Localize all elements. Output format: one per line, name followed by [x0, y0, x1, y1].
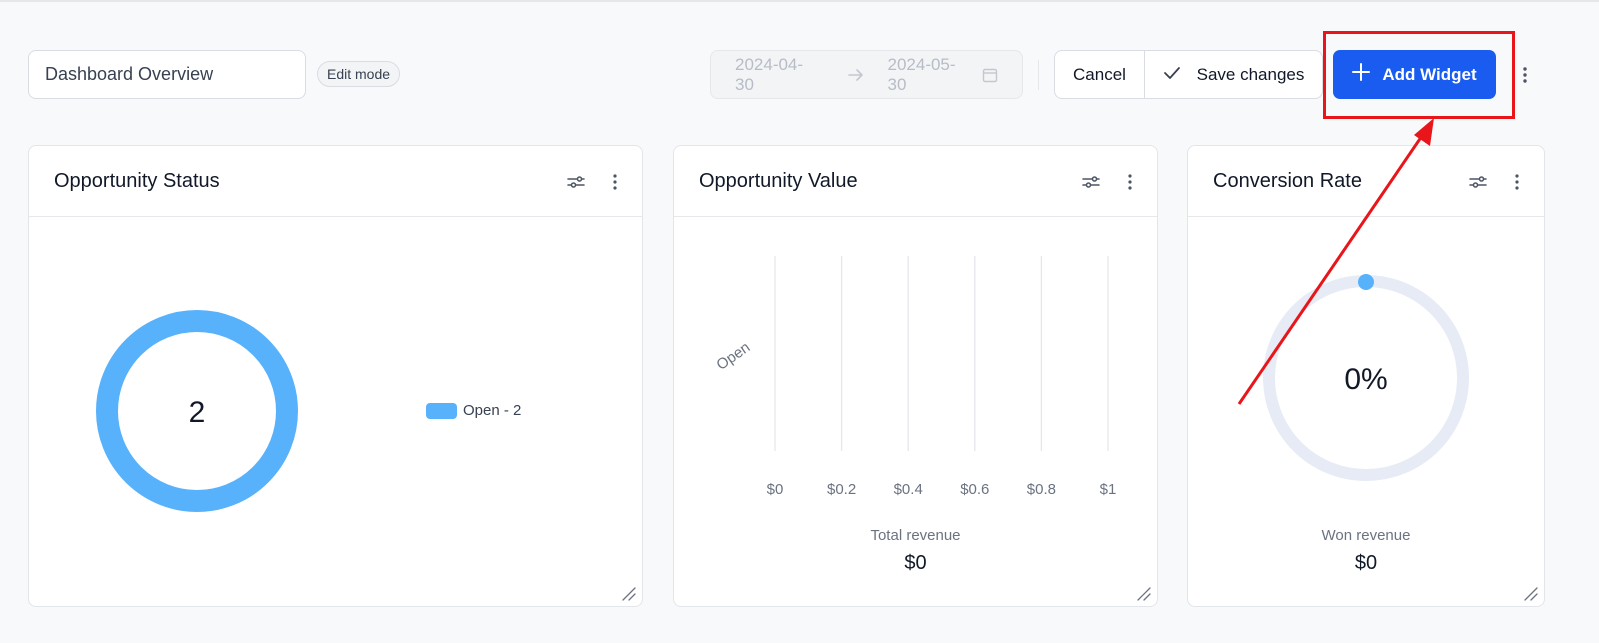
calendar-icon — [982, 67, 998, 83]
widget-title: Opportunity Status — [54, 170, 220, 192]
cancel-button[interactable]: Cancel — [1055, 51, 1145, 98]
x-tick-label: $0.2 — [827, 481, 856, 498]
x-tick-label: $0.8 — [1027, 481, 1056, 498]
settings-sliders-icon[interactable] — [1081, 172, 1101, 192]
won-revenue-label: Won revenue — [1321, 527, 1411, 544]
arrow-right-icon — [847, 68, 864, 82]
more-vertical-icon[interactable] — [1516, 62, 1534, 88]
annotation-arrow — [1237, 118, 1434, 405]
annotation-highlight-box — [1323, 31, 1515, 119]
settings-sliders-icon[interactable] — [566, 172, 586, 192]
legend-swatch-open — [426, 402, 457, 419]
date-to: 2024-05-30 — [887, 54, 956, 94]
settings-sliders-icon[interactable] — [1468, 172, 1488, 192]
bar-chart: $0 $0.2 $0.4 $0.6 $0.8 $1 Open — [713, 256, 1117, 498]
date-range-picker[interactable]: 2024-04-30 2024-05-30 — [710, 50, 1023, 99]
x-tick-label: $0.6 — [960, 481, 989, 498]
x-tick-label: $0 — [767, 481, 784, 498]
widget-header: Opportunity Value — [674, 146, 1157, 217]
resize-handle-icon[interactable] — [622, 587, 636, 601]
won-revenue-value: $0 — [1354, 552, 1378, 574]
x-tick-label: $1 — [1100, 481, 1117, 498]
y-category-label: Open — [713, 339, 753, 374]
edit-actions-group: Cancel Save changes — [1054, 50, 1323, 99]
donut-chart: 2 — [96, 310, 298, 512]
widget-opportunity-status: Opportunity Status 2 Open - 2 — [28, 145, 643, 607]
widget-header: Opportunity Status — [29, 146, 642, 217]
check-icon — [1163, 65, 1181, 85]
edit-mode-badge: Edit mode — [317, 61, 401, 87]
total-revenue-label: Total revenue — [870, 527, 961, 544]
save-changes-button[interactable]: Save changes — [1145, 51, 1322, 98]
more-vertical-icon[interactable] — [1123, 170, 1137, 194]
widget-opportunity-value: Opportunity Value $0 $0.2 $0.4 $0.6 $0.8 $1 Op… — [673, 145, 1158, 607]
date-from: 2024-04-30 — [735, 54, 804, 94]
more-vertical-icon[interactable] — [1510, 170, 1524, 194]
chart-legend: Open - 2 — [426, 402, 521, 419]
toolbar-divider — [1038, 60, 1039, 90]
widget-title: Opportunity Value — [699, 170, 858, 192]
dashboard-title-input[interactable]: Dashboard Overview — [28, 50, 306, 99]
resize-handle-icon[interactable] — [1524, 587, 1538, 601]
total-revenue-value: $0 — [904, 552, 927, 574]
save-changes-label: Save changes — [1196, 64, 1305, 84]
legend-label-open: Open - 2 — [463, 402, 522, 419]
donut-center-value: 2 — [189, 396, 206, 429]
more-vertical-icon[interactable] — [608, 170, 622, 194]
x-tick-label: $0.4 — [894, 481, 923, 498]
resize-handle-icon[interactable] — [1137, 587, 1151, 601]
